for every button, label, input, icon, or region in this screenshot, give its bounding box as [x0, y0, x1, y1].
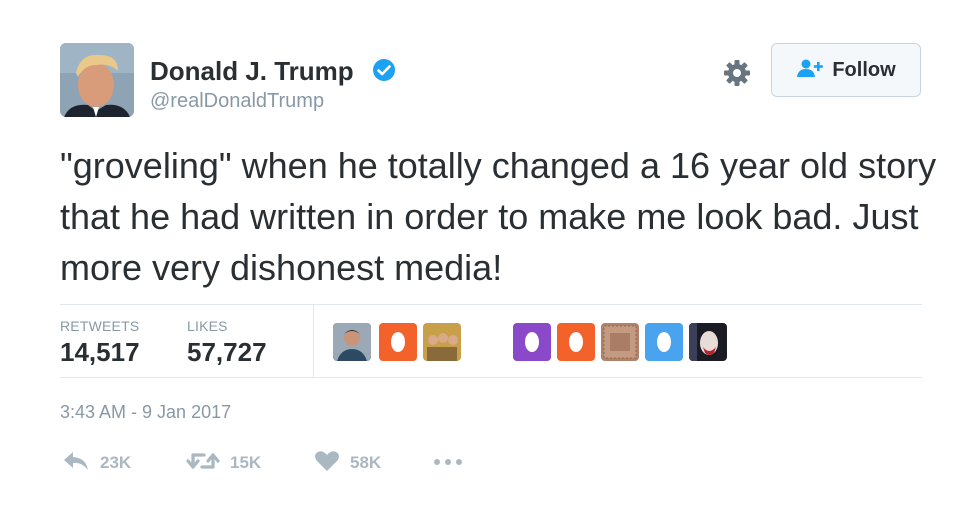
divider [60, 377, 922, 378]
divider [60, 304, 922, 305]
author-name[interactable]: Donald J. Trump [150, 56, 354, 87]
verified-badge-icon [372, 58, 396, 82]
reply-icon [62, 450, 90, 477]
liker-avatar[interactable] [601, 323, 639, 361]
liker-egg-avatar[interactable] [645, 323, 683, 361]
stats-divider [313, 304, 314, 377]
liker-avatar[interactable] [423, 323, 461, 361]
heart-icon [314, 450, 340, 477]
tweet-text: "groveling" when he totally changed a 16… [60, 145, 937, 288]
likes-count[interactable]: 57,727 [187, 337, 267, 368]
follow-button[interactable]: Follow [771, 43, 921, 97]
reply-count: 23K [100, 453, 132, 472]
author-handle[interactable]: @realDonaldTrump [150, 90, 324, 113]
more-options-button[interactable] [433, 448, 463, 478]
tweet-timestamp[interactable]: 3:43 AM - 9 Jan 2017 [60, 402, 231, 423]
follow-button-label: Follow [832, 58, 896, 81]
liker-avatar[interactable] [689, 323, 727, 361]
retweets-count[interactable]: 14,517 [60, 337, 140, 368]
liker-avatar[interactable] [333, 323, 371, 361]
author-avatar[interactable] [60, 43, 134, 117]
retweet-icon [186, 450, 220, 477]
gear-icon[interactable] [722, 58, 752, 88]
retweets-label[interactable]: RETWEETS [60, 318, 139, 334]
like-button[interactable]: 58K [314, 448, 381, 478]
retweet-button[interactable]: 15K [186, 448, 261, 478]
liker-egg-avatar[interactable] [557, 323, 595, 361]
reply-button[interactable]: 23K [62, 448, 131, 478]
like-count: 58K [350, 453, 382, 472]
liker-egg-avatar[interactable] [379, 323, 417, 361]
liker-egg-avatar[interactable] [513, 323, 551, 361]
more-dots-icon [433, 454, 463, 472]
likes-label[interactable]: LIKES [187, 318, 228, 334]
retweet-count: 15K [230, 453, 262, 472]
add-user-icon [796, 58, 824, 83]
